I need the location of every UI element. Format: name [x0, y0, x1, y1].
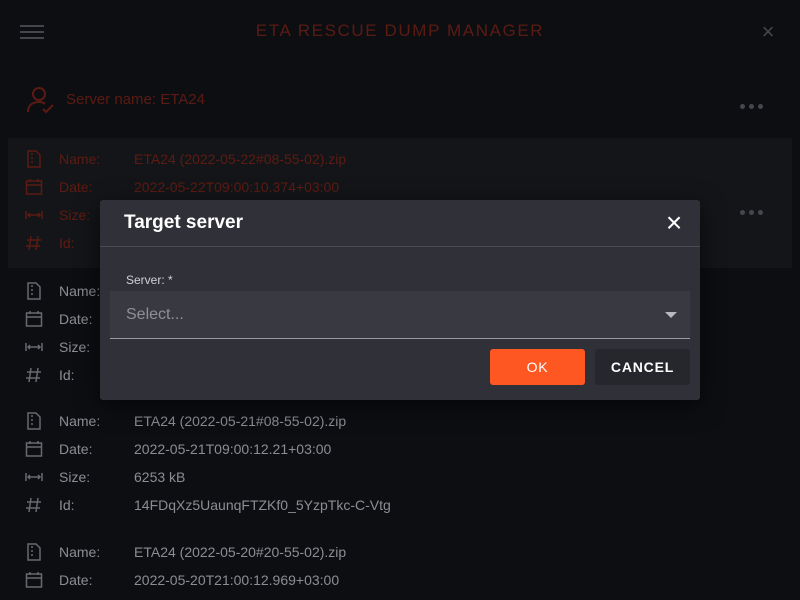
dialog-divider	[100, 246, 700, 247]
dropdown-arrow-icon	[665, 312, 677, 318]
server-select-placeholder: Select...	[126, 306, 184, 323]
cancel-button[interactable]: CANCEL	[595, 349, 690, 385]
target-server-dialog: Target server × Server: * Select... OK C…	[100, 200, 700, 400]
ok-button[interactable]: OK	[490, 349, 585, 385]
dialog-title: Target server	[124, 212, 243, 233]
dialog-close-icon[interactable]: ×	[661, 209, 687, 237]
server-field-label: Server: *	[126, 273, 173, 287]
server-select[interactable]: Select...	[110, 291, 690, 339]
